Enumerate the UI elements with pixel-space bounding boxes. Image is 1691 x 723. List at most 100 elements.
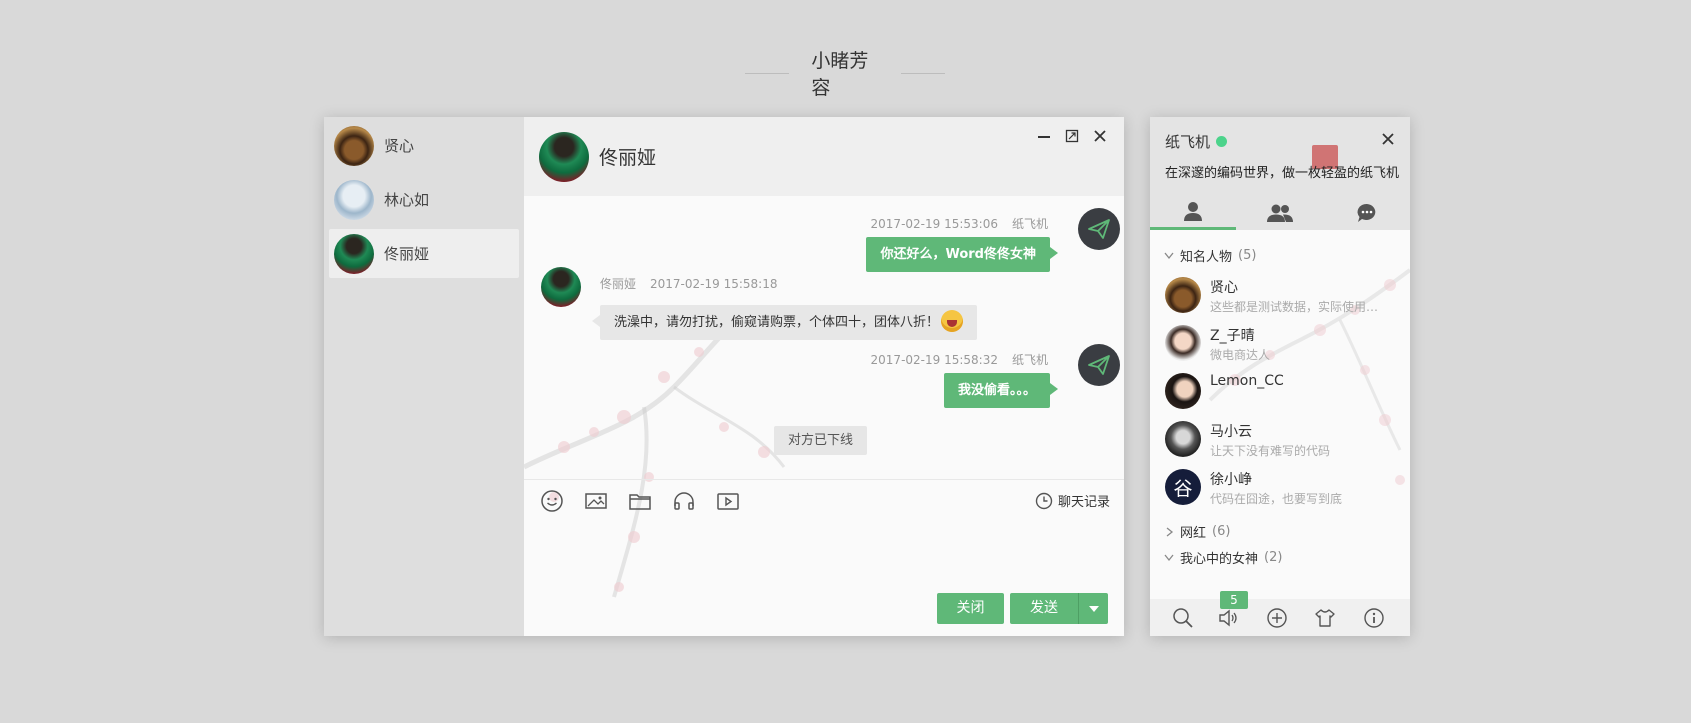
contact-sign: 微电商达人 [1210,348,1271,362]
group-name: 知名人物 [1180,250,1233,265]
username: 纸飞机 [1165,133,1211,151]
chat-history-button[interactable]: 聊天记录 [1035,491,1110,510]
contact-name: 徐小峥 [1210,472,1252,488]
session-item-tonglia[interactable]: 佟丽娅 [329,229,519,278]
chat-bubble-icon [1357,203,1376,222]
folder-icon[interactable] [628,489,652,513]
message-time: 2017-02-19 15:53:06 [870,217,998,231]
chevron-down-icon [1164,252,1174,259]
message-time: 2017-02-19 15:58:18 [650,277,778,291]
group-famous[interactable]: 知名人物 (5) [1164,246,1256,265]
chat-toolbar: 聊天记录 [524,479,1124,521]
image-icon[interactable] [584,489,608,513]
message-meta: 佟丽娅 2017-02-19 15:58:18 [600,275,777,292]
contacts-header: 纸飞机 在深邃的编码世界，做一枚轻盈的纸飞机 [1150,117,1410,230]
online-status-dot [1216,136,1228,147]
tab-groups[interactable] [1237,195,1323,230]
paper-plane-icon [1088,355,1110,375]
maximize-icon[interactable] [1064,128,1080,144]
chat-avatar[interactable] [539,131,589,182]
chat-title: 佟丽娅 [599,147,657,169]
page-title-wrap: 小睹芳容 [745,46,945,100]
contact-name: 贤心 [1210,280,1238,296]
close-button[interactable]: 关闭 [937,593,1004,624]
emoji-icon[interactable] [540,489,564,513]
tab-history[interactable] [1324,195,1410,230]
close-icon[interactable] [1092,128,1108,144]
message-meta: 2017-02-19 15:58:32 纸飞机 [871,351,1048,368]
send-options-button[interactable] [1078,593,1108,624]
video-icon[interactable] [716,489,740,513]
chat-header: 佟丽娅 [524,117,1124,196]
contact-name: Z_子晴 [1210,328,1255,344]
session-name: 林心如 [384,191,430,209]
session-name: 佟丽娅 [384,245,430,263]
current-user[interactable]: 纸飞机 [1165,131,1228,152]
laughing-emoji-icon [941,309,964,332]
contact-item-zizi[interactable]: Z_子晴 微电商达人 [1165,320,1400,366]
sound-icon[interactable] [1217,607,1239,629]
page-title: 小睹芳容 [811,50,869,99]
group-count: (2) [1264,550,1283,565]
avatar [334,179,374,220]
avatar [334,125,374,166]
headphones-icon[interactable] [672,489,696,513]
chat-main: 佟丽娅 2017-02-19 15:53:06 纸飞机 你还好么，Word佟佟女神 [524,117,1124,636]
message-bubble[interactable]: 你还好么，Word佟佟女神 [866,237,1058,272]
avatar [1165,325,1201,361]
paper-plane-icon [1088,219,1110,239]
close-icon[interactable] [1381,131,1395,150]
session-item-linxinru[interactable]: 林心如 [329,175,519,224]
avatar: 谷 [1165,469,1201,505]
tab-friends[interactable] [1150,195,1236,230]
group-count: (6) [1212,524,1231,539]
friends-icon [1184,202,1202,221]
title-line-right [900,72,945,74]
message-sender: 佟丽娅 [600,277,637,291]
message-meta: 2017-02-19 15:53:06 纸飞机 [871,215,1048,232]
add-icon[interactable] [1266,607,1288,629]
group-count: (5) [1238,248,1257,263]
message-sender: 纸飞机 [1011,353,1048,367]
session-name: 贤心 [384,137,415,155]
contact-name: Lemon_CC [1210,373,1284,389]
message-bubble[interactable]: 洗澡中，请勿打扰，偷窥请购票，个体四十，团体八折！ [591,305,978,340]
system-note: 对方已下线 [774,426,868,455]
contact-item-lemon[interactable]: Lemon_CC [1165,368,1400,414]
chevron-down-icon [1164,554,1174,561]
user-signature[interactable]: 在深邃的编码世界，做一枚轻盈的纸飞机 [1165,162,1400,181]
avatar [1078,344,1120,386]
contact-sign: 这些都是测试数据，实际使用请严格按照该格式返回 [1210,300,1385,314]
session-item-xianxin[interactable]: 贤心 [329,121,519,170]
search-icon[interactable] [1172,607,1194,629]
group-name: 网红 [1180,526,1207,541]
avatar [334,233,374,274]
window-controls [1036,128,1108,144]
avatar [1165,373,1201,409]
chevron-right-icon [1166,526,1174,537]
message-bubble[interactable]: 我没偷看。。。 [943,373,1059,408]
minimize-icon[interactable] [1036,128,1052,144]
contact-item-xuxiaozheng[interactable]: 谷 徐小峥 代码在囧途，也要写到底 [1165,464,1400,510]
clock-icon [1035,492,1053,509]
chat-window: 贤心 林心如 佟丽娅 佟丽娅 2017-02-19 15:53:06 纸飞机 你… [324,117,1124,636]
skin-icon[interactable] [1314,607,1336,629]
contacts-footer: 5 [1150,591,1410,636]
group-goddess[interactable]: 我心中的女神 (2) [1164,548,1282,567]
contact-item-maxiaoyun[interactable]: 马小云 让天下没有难写的代码 [1165,416,1400,462]
message-sender: 纸飞机 [1011,217,1048,231]
group-wanghong[interactable]: 网红 (6) [1164,522,1230,541]
about-icon[interactable] [1363,607,1385,629]
contacts-panel: 纸飞机 在深邃的编码世界，做一枚轻盈的纸飞机 知名人物 (5) 贤心 这些都是测… [1150,117,1410,636]
session-list: 贤心 林心如 佟丽娅 [324,117,524,636]
avatar [1078,208,1120,250]
send-button[interactable]: 发送 [1010,593,1078,624]
title-line-left [745,72,790,74]
chevron-down-icon [1088,605,1099,612]
avatar [541,267,581,307]
contact-sign: 代码在囧途，也要写到底 [1210,492,1343,506]
contact-item-xianxin[interactable]: 贤心 这些都是测试数据，实际使用请严格按照该格式返回 [1165,272,1400,318]
contact-name: 马小云 [1210,424,1252,440]
contact-sign: 让天下没有难写的代码 [1210,444,1331,458]
history-label: 聊天记录 [1057,495,1110,510]
